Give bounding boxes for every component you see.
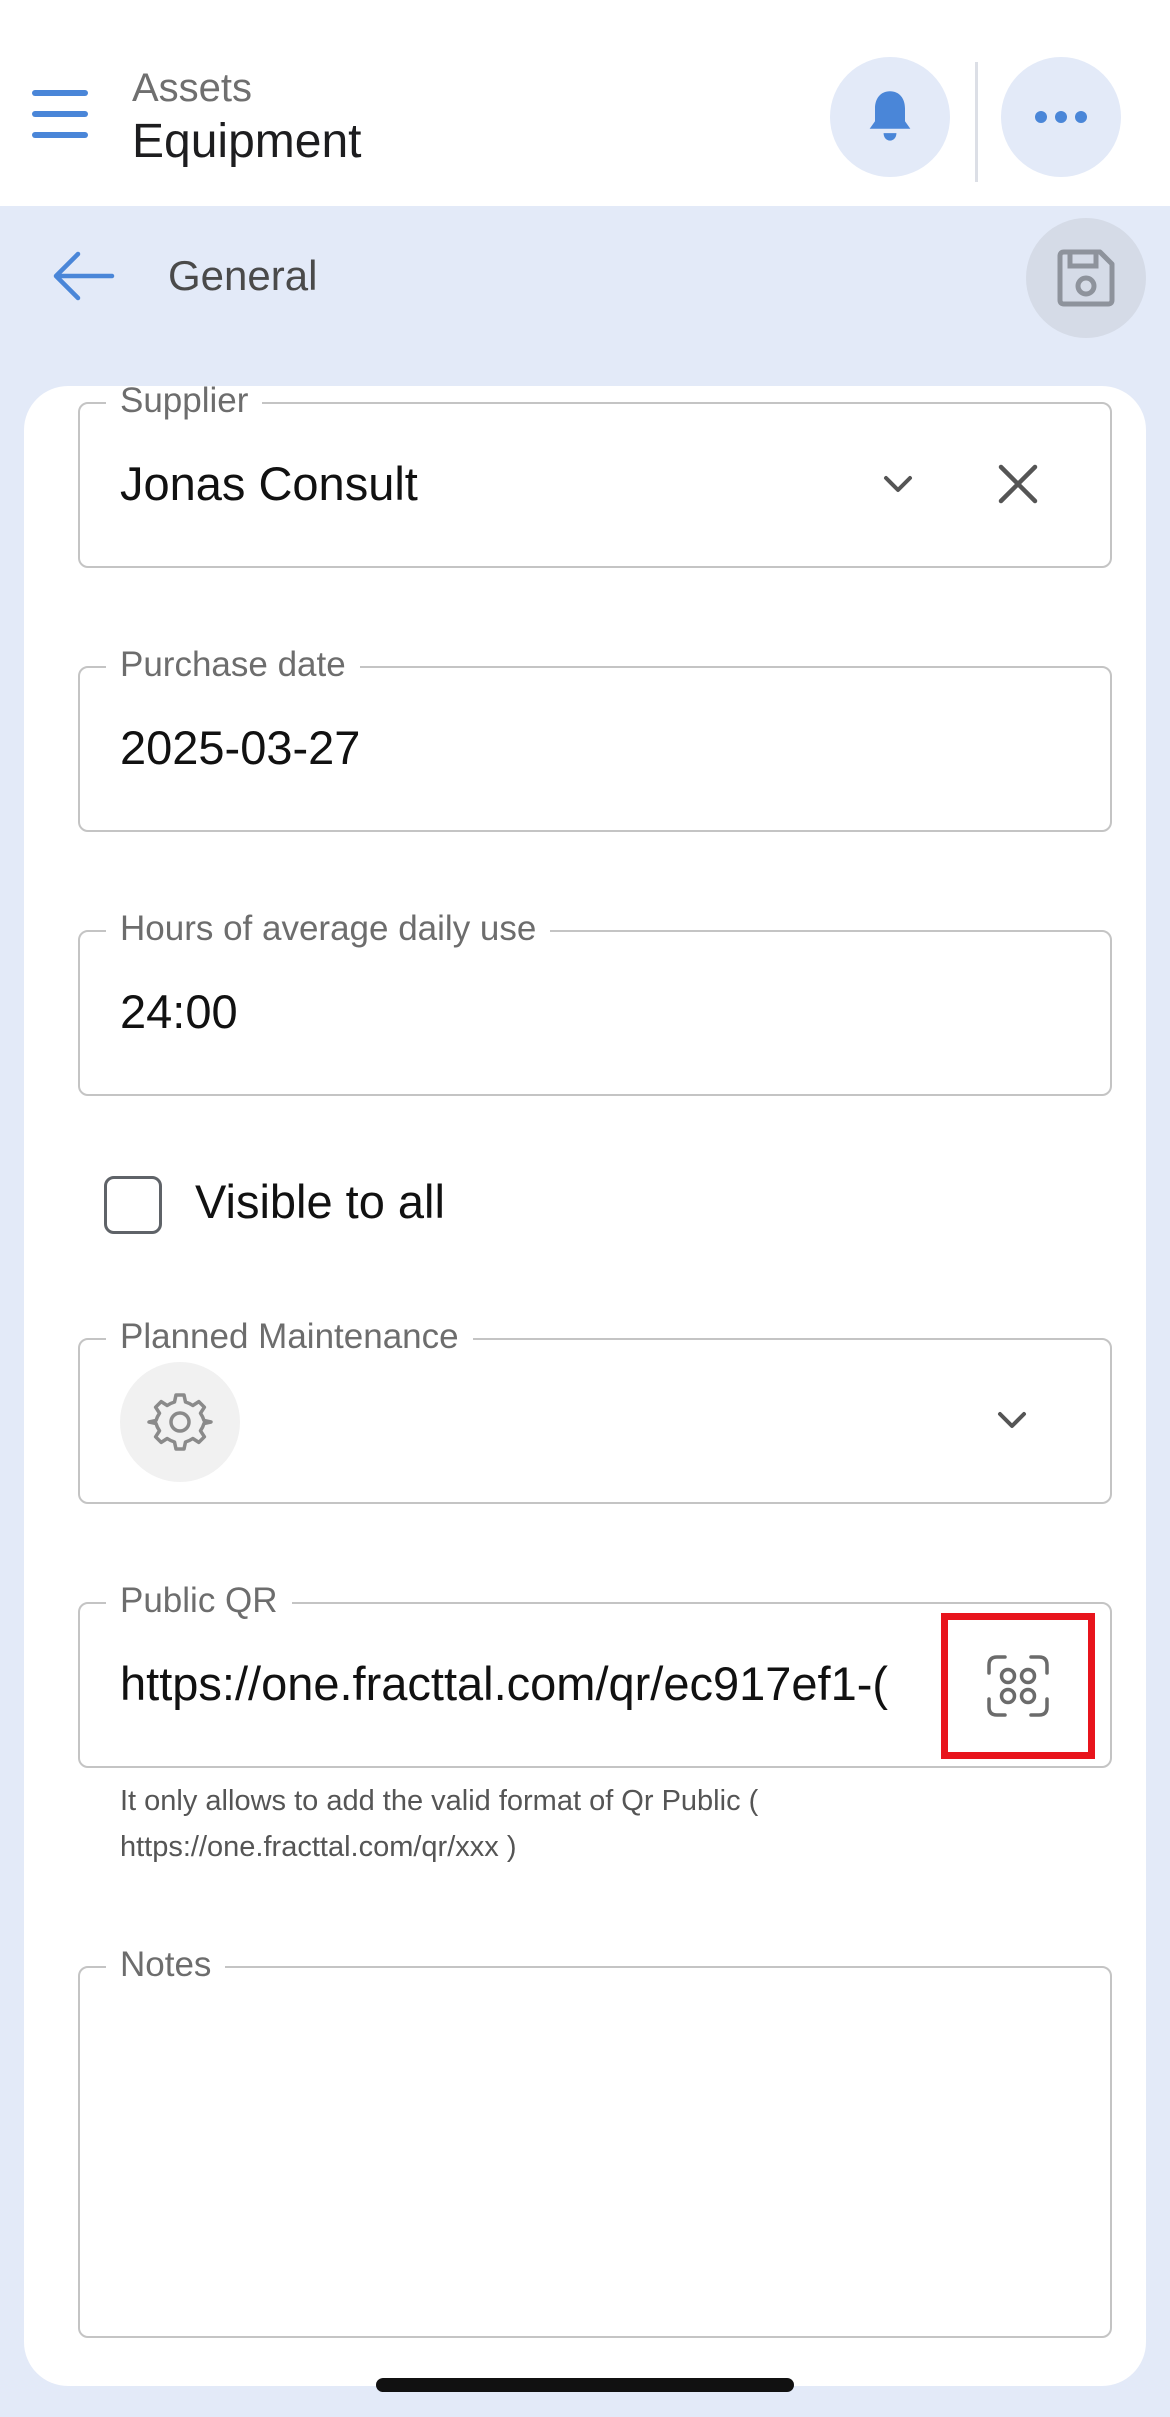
page-title: Equipment (132, 115, 362, 168)
clear-icon[interactable] (990, 456, 1046, 512)
public-qr-helper-text: It only allows to add the valid format o… (120, 1778, 840, 1870)
app-bar-titles: Assets Equipment (132, 64, 361, 172)
save-button[interactable] (1026, 218, 1146, 338)
public-qr-helper-line2: https://one.fracttal.com/qr/xxx ) (120, 1831, 517, 1863)
visible-to-all-checkbox[interactable] (104, 1176, 162, 1234)
qr-scan-button[interactable] (941, 1613, 1095, 1759)
form-card: Supplier Jonas Consult Purchase date 202… (24, 386, 1146, 2386)
supplier-value: Jonas Consult (120, 457, 418, 510)
breadcrumb-section: Assets (132, 66, 253, 110)
app-bar-divider (975, 62, 978, 182)
purchase-date-label: Purchase date (106, 640, 360, 690)
home-indicator[interactable] (376, 2378, 794, 2392)
chevron-down-icon[interactable] (876, 462, 920, 506)
supplier-label: Supplier (106, 386, 263, 426)
notes-field[interactable]: Notes (78, 1940, 1112, 2338)
visible-to-all-label: Visible to all (195, 1175, 445, 1228)
gear-icon (147, 1393, 213, 1451)
maintenance-avatar (120, 1362, 240, 1482)
public-qr-label: Public QR (106, 1576, 292, 1626)
back-button[interactable] (52, 250, 116, 302)
daily-use-value: 24:00 (120, 985, 238, 1038)
notifications-button[interactable] (830, 57, 950, 177)
arrow-left-icon (53, 251, 115, 301)
purchase-date-field[interactable]: Purchase date 2025-03-27 (78, 640, 1112, 832)
hamburger-menu-icon[interactable] (32, 90, 88, 138)
purchase-date-value: 2025-03-27 (120, 721, 361, 774)
qr-scan-icon (987, 1655, 1049, 1717)
bell-icon (869, 91, 911, 141)
section-title: General (168, 252, 318, 299)
planned-maintenance-label: Planned Maintenance (106, 1312, 473, 1362)
supplier-field[interactable]: Supplier Jonas Consult (78, 386, 1112, 568)
public-qr-helper-line1: It only allows to add the valid format o… (120, 1785, 759, 1817)
notes-label: Notes (106, 1940, 226, 1990)
more-horizontal-icon (1035, 111, 1087, 123)
planned-maintenance-field[interactable]: Planned Maintenance (78, 1312, 1112, 1504)
save-disk-icon (1057, 249, 1115, 307)
chevron-down-icon[interactable] (990, 1398, 1034, 1442)
more-options-button[interactable] (1001, 57, 1121, 177)
app-bar: Assets Equipment (0, 0, 1170, 206)
daily-use-label: Hours of average daily use (106, 904, 551, 954)
public-qr-value: https://one.fracttal.com/qr/ec917ef1-( (120, 1657, 889, 1710)
public-qr-field[interactable]: Public QR https://one.fracttal.com/qr/ec… (78, 1576, 1112, 1768)
daily-use-field[interactable]: Hours of average daily use 24:00 (78, 904, 1112, 1096)
